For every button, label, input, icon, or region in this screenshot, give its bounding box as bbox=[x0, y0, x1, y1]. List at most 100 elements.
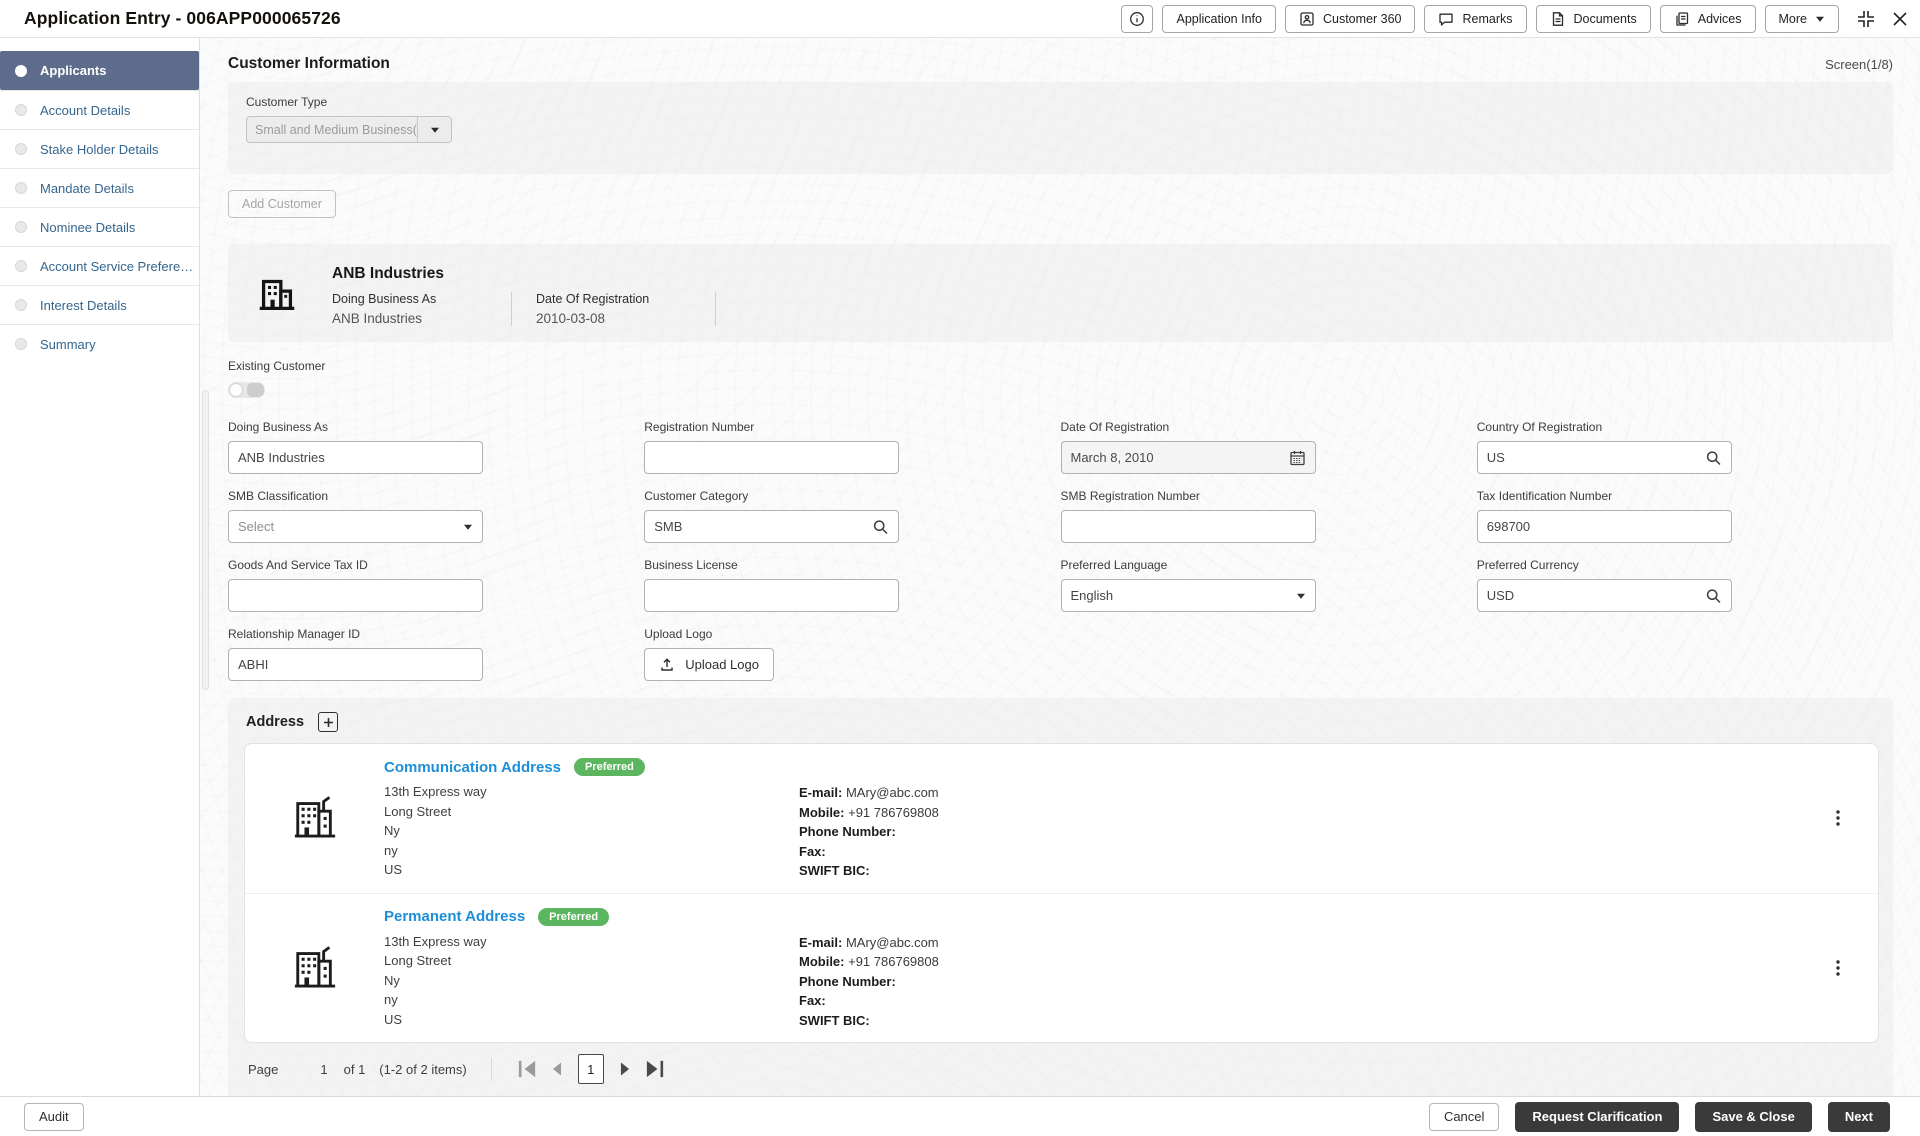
address-title: Address bbox=[246, 714, 304, 730]
address-menu-icon[interactable] bbox=[1830, 958, 1846, 978]
field-label: Country Of Registration bbox=[1477, 420, 1893, 434]
close-icon[interactable] bbox=[1890, 9, 1910, 29]
address-contact: E-mail: MAry@abc.comMobile: +91 78676980… bbox=[799, 782, 939, 881]
goods-and-service-tax-id-input[interactable] bbox=[228, 579, 483, 612]
address-contact: E-mail: MAry@abc.comMobile: +91 78676980… bbox=[799, 932, 939, 1031]
form-field-registration-number: Registration Number bbox=[644, 420, 1060, 475]
chevron-down-icon bbox=[430, 125, 440, 135]
sidebar-item-label: Account Details bbox=[40, 103, 130, 118]
form-field-upload-logo: Upload LogoUpload Logo bbox=[644, 627, 1060, 682]
date-of-registration-input[interactable]: March 8, 2010 bbox=[1061, 441, 1316, 474]
main-content: Customer Information Screen(1/8) Custome… bbox=[200, 38, 1920, 1096]
cancel-button[interactable]: Cancel bbox=[1429, 1103, 1499, 1131]
customer-type-select[interactable]: Small and Medium Business(S bbox=[246, 116, 452, 143]
address-line: 13th Express way bbox=[384, 782, 799, 802]
customer-form: Doing Business As ANB Industries Registrat… bbox=[228, 420, 1893, 682]
add-customer-button[interactable]: Add Customer bbox=[228, 190, 336, 218]
wizard-sidebar: Applicants Account Details Stake Holder De… bbox=[0, 38, 200, 1096]
relationship-manager-id-input[interactable]: ABHI bbox=[228, 648, 483, 681]
sidebar-item-applicants[interactable]: Applicants bbox=[0, 51, 199, 90]
add-address-button[interactable] bbox=[318, 712, 338, 732]
save-and-close-button[interactable]: Save & Close bbox=[1695, 1102, 1811, 1132]
preferred-badge: Preferred bbox=[574, 758, 645, 776]
sidebar-item-mandate-details[interactable]: Mandate Details bbox=[0, 168, 199, 207]
next-button[interactable]: Next bbox=[1828, 1102, 1890, 1132]
field-label: Doing Business As bbox=[228, 420, 644, 434]
field-value: ABHI bbox=[238, 657, 268, 672]
existing-customer-toggle[interactable] bbox=[228, 382, 265, 398]
registration-number-input[interactable] bbox=[644, 441, 899, 474]
last-page-icon[interactable] bbox=[640, 1056, 670, 1082]
address-lines: 13th Express wayLong StreetNynyUS bbox=[384, 782, 799, 881]
upload-icon bbox=[659, 657, 675, 673]
field-value: SMB bbox=[654, 519, 682, 534]
customer-360-button[interactable]: Customer 360 bbox=[1285, 5, 1416, 33]
contact-row: SWIFT BIC: bbox=[799, 861, 939, 881]
search-icon[interactable] bbox=[872, 518, 889, 535]
page-range-label: (1-2 of 2 items) bbox=[379, 1062, 466, 1077]
address-entry-title[interactable]: Communication Address bbox=[384, 759, 561, 776]
customer-category-input[interactable]: SMB bbox=[644, 510, 899, 543]
form-field-goods-and-service-tax-id: Goods And Service Tax ID bbox=[228, 558, 644, 613]
contact-label: SWIFT BIC: bbox=[799, 863, 870, 878]
previous-page-icon[interactable] bbox=[542, 1056, 572, 1082]
doing-business-as-input[interactable]: ANB Industries bbox=[228, 441, 483, 474]
address-line: US bbox=[384, 1010, 799, 1030]
step-dot bbox=[15, 299, 27, 311]
request-clarification-button[interactable]: Request Clarification bbox=[1515, 1102, 1679, 1132]
sidebar-item-account-service-prefere[interactable]: Account Service Prefere… bbox=[0, 246, 199, 285]
address-menu-icon[interactable] bbox=[1830, 808, 1846, 828]
first-page-icon[interactable] bbox=[512, 1056, 542, 1082]
form-field-country-of-registration: Country Of Registration US bbox=[1477, 420, 1893, 475]
current-page-button[interactable]: 1 bbox=[578, 1054, 604, 1084]
caret-down-icon[interactable] bbox=[1296, 591, 1306, 601]
field-value: USD bbox=[1487, 588, 1514, 603]
documents-button[interactable]: Documents bbox=[1536, 5, 1651, 33]
field-label: Goods And Service Tax ID bbox=[228, 558, 644, 572]
application-info-icon-button[interactable] bbox=[1121, 5, 1153, 33]
country-of-registration-input[interactable]: US bbox=[1477, 441, 1732, 474]
upload-logo-button[interactable]: Upload Logo bbox=[644, 648, 774, 681]
address-entry-communication-address: Communication Address Preferred 13th Expre… bbox=[245, 744, 1878, 893]
step-dot bbox=[15, 65, 27, 77]
customer-name: ANB Industries bbox=[332, 265, 740, 283]
smb-registration-number-input[interactable] bbox=[1061, 510, 1316, 543]
next-page-icon[interactable] bbox=[610, 1056, 640, 1082]
search-icon[interactable] bbox=[1705, 449, 1722, 466]
application-info-button[interactable]: Application Info bbox=[1162, 5, 1275, 33]
preferred-currency-input[interactable]: USD bbox=[1477, 579, 1732, 612]
address-entry-permanent-address: Permanent AddressPreferred13th Express w… bbox=[245, 893, 1878, 1043]
sidebar-item-account-details[interactable]: Account Details bbox=[0, 90, 199, 129]
person-card-icon bbox=[1299, 11, 1315, 27]
existing-customer-label: Existing Customer bbox=[228, 359, 1893, 373]
preferred-language-input[interactable]: English bbox=[1061, 579, 1316, 612]
caret-down-icon[interactable] bbox=[463, 522, 473, 532]
tax-identification-number-input[interactable]: 698700 bbox=[1477, 510, 1732, 543]
address-entry-title[interactable]: Permanent Address bbox=[384, 908, 525, 925]
business-license-input[interactable] bbox=[644, 579, 899, 612]
calendar-icon[interactable] bbox=[1289, 449, 1306, 466]
advices-button[interactable]: Advices bbox=[1660, 5, 1756, 33]
sidebar-item-summary[interactable]: Summary bbox=[0, 324, 199, 363]
sidebar-item-interest-details[interactable]: Interest Details bbox=[0, 285, 199, 324]
toggle-knob bbox=[247, 383, 264, 397]
contact-row: SWIFT BIC: bbox=[799, 1011, 939, 1031]
sidebar-item-label: Interest Details bbox=[40, 298, 127, 313]
collapse-icon[interactable] bbox=[1856, 9, 1876, 29]
company-building-icon bbox=[254, 270, 300, 316]
more-button[interactable]: More bbox=[1765, 5, 1839, 33]
form-field-doing-business-as: Doing Business As ANB Industries bbox=[228, 420, 644, 475]
form-field-smb-registration-number: SMB Registration Number bbox=[1061, 489, 1477, 544]
field-value: March 8, 2010 bbox=[1071, 450, 1154, 465]
remarks-button[interactable]: Remarks bbox=[1424, 5, 1526, 33]
caret-down-icon bbox=[1815, 14, 1825, 24]
sidebar-item-nominee-details[interactable]: Nominee Details bbox=[0, 207, 199, 246]
search-icon[interactable] bbox=[1705, 587, 1722, 604]
audit-button[interactable]: Audit bbox=[24, 1103, 84, 1131]
step-dot bbox=[15, 104, 27, 116]
address-line: ny bbox=[384, 990, 799, 1010]
form-field-date-of-registration: Date Of RegistrationMarch 8, 2010 bbox=[1061, 420, 1477, 475]
address-lines: 13th Express wayLong StreetNynyUS bbox=[384, 932, 799, 1031]
smb-classification-input[interactable]: Select bbox=[228, 510, 483, 543]
sidebar-item-stake-holder-details[interactable]: Stake Holder Details bbox=[0, 129, 199, 168]
